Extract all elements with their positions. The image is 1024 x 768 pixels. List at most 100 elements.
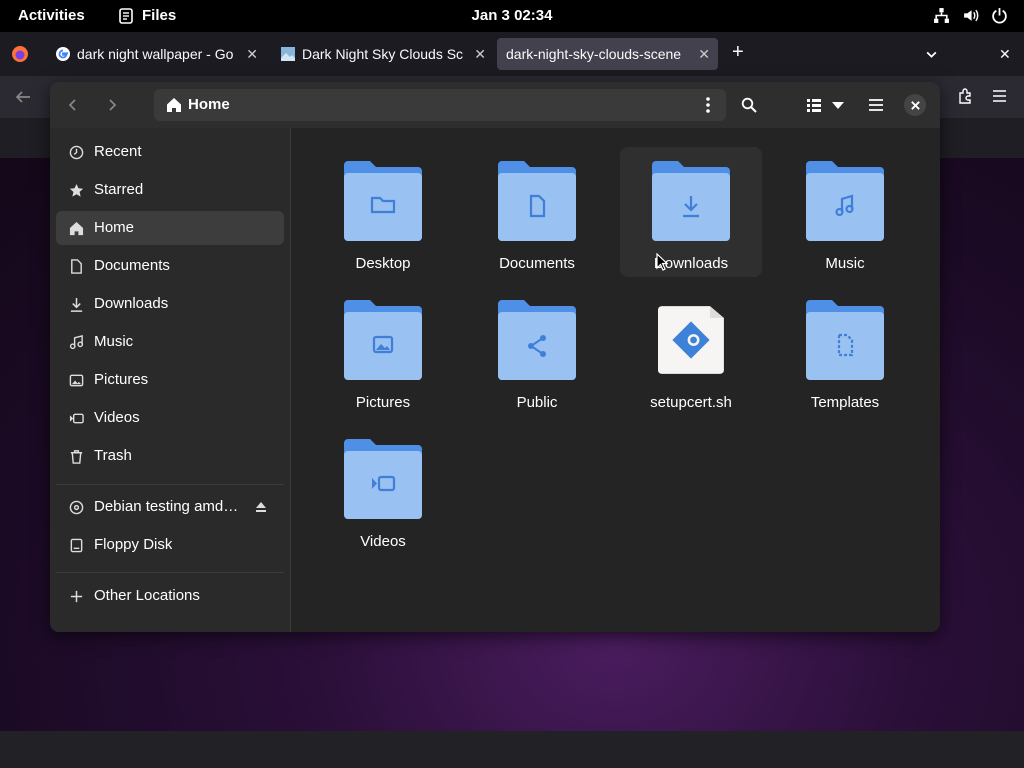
folder-music[interactable]: Music	[774, 147, 916, 277]
sidebar: Recent Starred Home Documents Downloads …	[50, 128, 291, 632]
kebab-menu-icon[interactable]	[698, 95, 718, 115]
network-icon[interactable]	[933, 7, 950, 24]
extensions-icon[interactable]	[957, 88, 973, 104]
tab-title: Dark Night Sky Clouds Sc	[302, 46, 464, 62]
sidebar-item-pictures[interactable]: Pictures	[56, 363, 284, 397]
picture-icon	[69, 374, 84, 387]
back-arrow-icon[interactable]	[14, 89, 32, 105]
drive-icon	[70, 538, 83, 553]
folder-videos[interactable]: Videos	[312, 425, 454, 555]
file-name: Desktop	[355, 255, 411, 272]
browser-tab-3-active[interactable]: dark-night-sky-clouds-scene ✕	[497, 38, 718, 70]
close-button[interactable]	[904, 94, 926, 116]
file-setupcert-sh[interactable]: setupcert.sh	[620, 286, 762, 416]
view-options-button[interactable]	[827, 90, 849, 120]
folder-downloads[interactable]: Downloads	[620, 147, 762, 277]
folder-templates[interactable]: Templates	[774, 286, 916, 416]
view-list-button[interactable]	[799, 90, 829, 120]
folder-pictures-icon	[344, 300, 422, 380]
close-window-button[interactable]: ✕	[999, 38, 1015, 70]
bottom-panel	[0, 731, 1024, 768]
sidebar-item-videos[interactable]: Videos	[56, 401, 284, 435]
chevron-left-icon	[68, 99, 76, 111]
browser-tab-2[interactable]: Dark Night Sky Clouds Sc ✕	[272, 38, 494, 70]
sidebar-separator	[56, 484, 284, 485]
search-button[interactable]	[734, 90, 764, 120]
sidebar-item-label: Music	[94, 333, 134, 350]
folder-templates-icon	[806, 300, 884, 380]
eject-icon[interactable]	[254, 500, 268, 514]
sidebar-item-other-locations[interactable]: Other Locations	[56, 579, 284, 613]
header-bar: Home	[50, 82, 940, 128]
sidebar-item-starred[interactable]: Starred	[56, 173, 284, 207]
list-view-icon	[807, 99, 821, 112]
star-icon	[69, 183, 84, 197]
folder-public-icon	[498, 300, 576, 380]
app-menu-files[interactable]: Files	[118, 7, 176, 24]
browser-tab-1[interactable]: dark night wallpaper - Go ✕	[46, 38, 266, 70]
folder-documents[interactable]: Documents	[466, 147, 608, 277]
document-icon	[71, 259, 82, 274]
firefox-icon[interactable]	[11, 45, 29, 63]
sidebar-item-recent[interactable]: Recent	[56, 135, 284, 169]
file-name: Videos	[360, 533, 406, 550]
file-name: Music	[825, 255, 865, 272]
folder-videos-icon	[344, 439, 422, 519]
caret-down-icon	[832, 102, 844, 109]
file-name: setupcert.sh	[650, 394, 732, 411]
tab-title: dark-night-sky-clouds-scene	[506, 46, 682, 62]
sidebar-item-label: Downloads	[94, 295, 169, 312]
hamburger-menu-icon	[869, 99, 883, 111]
music-icon	[69, 335, 84, 350]
browser-tab-bar: dark night wallpaper - Go ✕ Dark Night S…	[0, 32, 1024, 76]
search-icon	[741, 97, 757, 113]
image-favicon-icon	[281, 47, 295, 61]
folder-desktop-icon	[344, 161, 422, 241]
sidebar-item-music[interactable]: Music	[56, 325, 284, 359]
forward-button[interactable]	[97, 90, 127, 120]
clock[interactable]: Jan 3 02:34	[472, 7, 553, 24]
close-tab-icon[interactable]: ✕	[474, 46, 486, 63]
home-icon	[69, 221, 84, 236]
sidebar-item-label: Trash	[94, 447, 132, 464]
sidebar-item-floppy-disk[interactable]: Floppy Disk	[56, 528, 284, 562]
sidebar-item-label: Other Locations	[94, 587, 200, 604]
sidebar-item-label: Recent	[94, 143, 142, 160]
sidebar-item-downloads[interactable]: Downloads	[56, 287, 284, 321]
close-tab-icon[interactable]: ✕	[698, 46, 710, 63]
sidebar-item-label: Debian testing amd…	[94, 498, 239, 515]
video-icon	[69, 413, 84, 424]
plus-icon	[70, 590, 83, 603]
sidebar-item-trash[interactable]: Trash	[56, 439, 284, 473]
file-name: Templates	[810, 394, 880, 411]
clock-icon	[69, 145, 84, 160]
path-current-folder[interactable]: Home	[188, 96, 230, 113]
file-name: Public	[516, 394, 558, 411]
chevron-down-icon[interactable]	[925, 48, 938, 61]
download-icon	[70, 297, 83, 312]
folder-desktop[interactable]: Desktop	[312, 147, 454, 277]
folder-public[interactable]: Public	[466, 286, 608, 416]
sidebar-item-label: Documents	[94, 257, 170, 274]
file-grid: Desktop Documents Downloads Music Pictur…	[291, 128, 940, 632]
close-tab-icon[interactable]: ✕	[246, 46, 258, 63]
power-icon[interactable]	[991, 7, 1008, 24]
sidebar-item-home[interactable]: Home	[56, 211, 284, 245]
new-tab-button[interactable]: +	[732, 36, 752, 68]
main-menu-button[interactable]	[861, 90, 891, 120]
file-name: Downloads	[653, 255, 729, 272]
activities-button[interactable]: Activities	[18, 7, 85, 24]
sidebar-item-label: Starred	[94, 181, 144, 198]
sidebar-item-documents[interactable]: Documents	[56, 249, 284, 283]
close-icon	[910, 100, 920, 110]
sidebar-item-debian-disc[interactable]: Debian testing amd…	[56, 490, 284, 524]
file-name: Documents	[499, 255, 575, 272]
path-bar[interactable]: Home	[154, 89, 726, 121]
hamburger-menu-icon[interactable]	[992, 89, 1007, 103]
back-button[interactable]	[58, 90, 88, 120]
system-tray[interactable]	[933, 7, 1008, 24]
folder-pictures[interactable]: Pictures	[312, 286, 454, 416]
volume-icon[interactable]	[962, 7, 979, 24]
files-app-icon	[119, 7, 133, 24]
folder-documents-icon	[498, 161, 576, 241]
